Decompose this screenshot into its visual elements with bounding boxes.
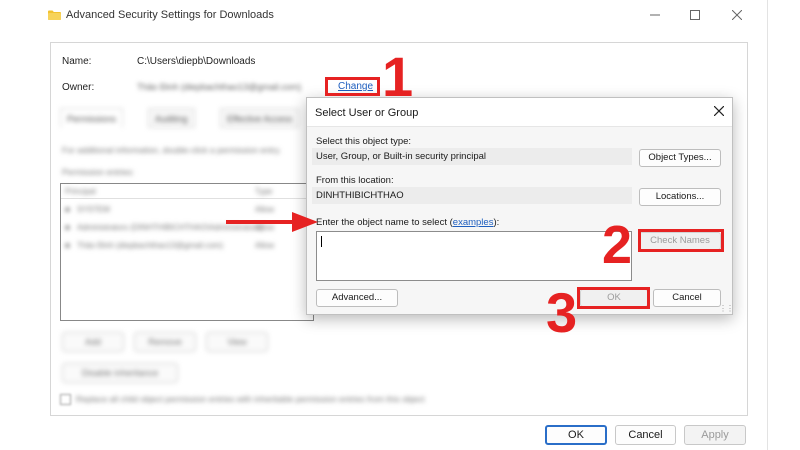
highlight-change-link — [325, 77, 380, 96]
locations-button[interactable]: Locations... — [639, 188, 721, 206]
enter-name-label: Enter the object name to select (example… — [316, 217, 499, 228]
window-title: Advanced Security Settings for Downloads — [66, 9, 274, 21]
row-principal: Thảo Đinh (diepbachthao13@gmail.com) — [77, 241, 223, 250]
remove-button[interactable]: Remove — [134, 332, 196, 352]
row-principal: SYSTEM — [77, 205, 110, 214]
object-types-button[interactable]: Object Types... — [639, 149, 721, 167]
row-type: Allow — [255, 241, 275, 250]
user-icon: ■ — [65, 223, 70, 232]
select-user-dialog: Select User or Group — [306, 97, 733, 315]
object-type-label: Select this object type: — [316, 136, 412, 147]
permission-entries-list[interactable]: Principal Type ■ SYSTEM Allow ■ Administ… — [60, 183, 314, 321]
object-name-input[interactable] — [316, 231, 632, 281]
step-3-marker: 3 — [546, 281, 578, 344]
owner-value: Thảo Đinh (diepbachthao13@gmail.com) — [137, 82, 302, 92]
maximize-icon[interactable] — [684, 6, 706, 26]
red-arrow-icon — [226, 212, 318, 232]
dialog-cancel-button[interactable]: Cancel — [653, 289, 721, 307]
window-edge — [767, 0, 768, 450]
entries-label: Permission entries: — [62, 167, 135, 177]
info-text: For additional information, double-click… — [62, 145, 282, 155]
dialog-title: Select User or Group — [315, 107, 419, 119]
name-value: C:\Users\diepb\Downloads — [137, 56, 256, 67]
replace-checkbox-label: Replace all child object permission entr… — [76, 394, 425, 404]
close-icon[interactable] — [710, 103, 728, 121]
header-type[interactable]: Type — [255, 187, 272, 196]
location-value: DINHTHIBICHTHAO — [312, 187, 632, 204]
step-2-marker: 2 — [602, 215, 633, 275]
user-icon: ■ — [65, 241, 70, 250]
dialog-titlebar: Select User or Group — [307, 98, 732, 127]
window-ok-button[interactable]: OK — [545, 425, 607, 445]
location-label: From this location: — [316, 175, 394, 186]
text-caret — [321, 236, 322, 247]
object-type-value: User, Group, or Built-in security princi… — [312, 148, 632, 165]
window-titlebar: Advanced Security Settings for Downloads — [0, 0, 800, 32]
owner-label: Owner: — [62, 82, 95, 93]
tab-auditing[interactable]: Auditing — [148, 108, 195, 128]
minimize-icon[interactable] — [644, 6, 666, 26]
advanced-button[interactable]: Advanced... — [316, 289, 398, 307]
highlight-check-names — [638, 229, 724, 252]
user-icon: ■ — [65, 205, 70, 214]
highlight-ok-button — [577, 287, 650, 309]
enter-name-label-suffix: ): — [493, 217, 500, 228]
enter-name-label-prefix: Enter the object name to select ( — [316, 217, 453, 228]
window-apply-button[interactable]: Apply — [684, 425, 746, 445]
tab-permissions[interactable]: Permissions — [60, 108, 124, 128]
close-icon[interactable] — [726, 6, 748, 26]
name-label: Name: — [62, 56, 92, 67]
disable-inheritance-button[interactable]: Disable inheritance — [62, 363, 178, 383]
folder-icon — [48, 10, 61, 20]
add-button[interactable]: Add — [62, 332, 124, 352]
tab-strip: Permissions Auditing Effective Access — [60, 108, 310, 128]
tab-effective-access[interactable]: Effective Access — [220, 108, 300, 128]
view-button[interactable]: View — [206, 332, 268, 352]
window-cancel-button[interactable]: Cancel — [615, 425, 676, 445]
step-1-marker: 1 — [382, 45, 414, 108]
replace-entries-checkbox[interactable] — [60, 394, 71, 405]
resize-grip-icon[interactable]: ⋮⋮ — [719, 304, 734, 313]
list-header: Principal Type — [61, 184, 313, 199]
header-principal[interactable]: Principal — [65, 187, 96, 196]
examples-link[interactable]: examples — [453, 217, 494, 228]
